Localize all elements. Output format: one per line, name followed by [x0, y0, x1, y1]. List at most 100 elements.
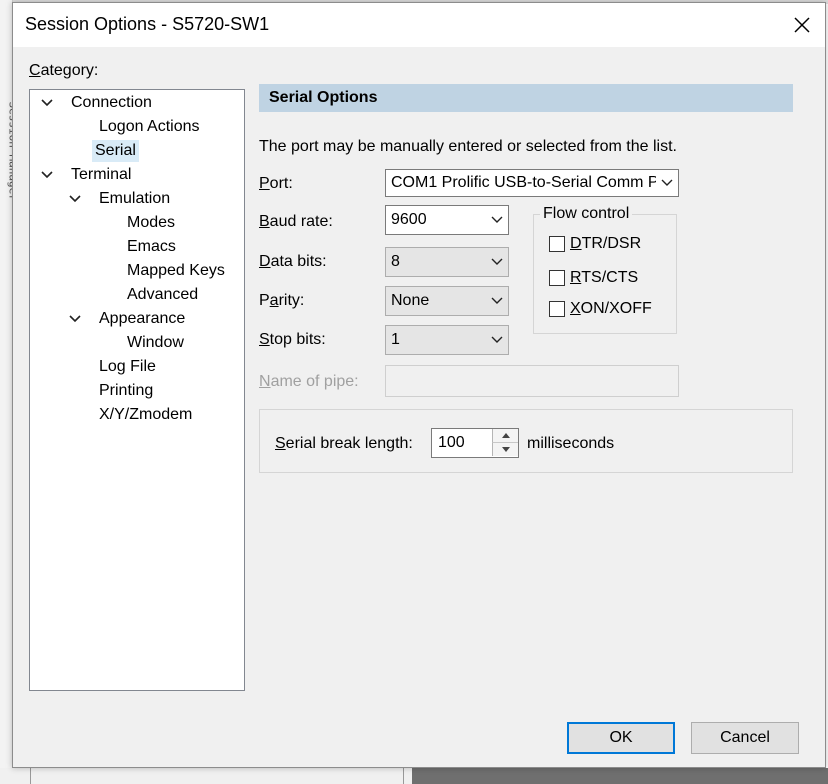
tree-item-label: Log File	[99, 358, 156, 375]
cancel-button[interactable]: Cancel	[691, 722, 799, 754]
triangle-down-icon	[501, 447, 510, 452]
category-label-text: ategory:	[40, 62, 99, 79]
stop-bits-mnemonic: S	[259, 331, 270, 348]
pipe-name-input[interactable]	[385, 365, 679, 397]
chevron-down-icon[interactable]	[68, 308, 82, 330]
tree-item-label: Connection	[71, 94, 152, 111]
parity-mnemonic: a	[269, 292, 279, 309]
bg-divider	[30, 768, 31, 784]
tree-item-connection[interactable]: Connection	[40, 92, 155, 114]
chevron-down-icon[interactable]	[486, 206, 508, 234]
chevron-down-icon[interactable]	[40, 164, 54, 186]
tree-item-logon-actions[interactable]: Logon Actions	[96, 116, 203, 138]
rts-cts-checkbox-row[interactable]: RTS/CTS	[549, 267, 638, 289]
pipe-mnemonic: N	[259, 373, 271, 390]
rts-cts-label: RTS/CTS	[570, 269, 638, 287]
tree-item-label: Advanced	[127, 286, 199, 303]
tree-item-label: Modes	[127, 214, 176, 231]
background-bottom-strip	[0, 768, 828, 784]
data-bits-value: 8	[391, 253, 400, 270]
rts-mnemonic: R	[570, 269, 582, 286]
tree-item-label: X/Y/Zmodem	[99, 406, 193, 423]
tree-item-label: Terminal	[71, 166, 132, 183]
parity-value: None	[391, 292, 430, 309]
tree-item-label: Emulation	[99, 190, 171, 207]
baud-label-text: aud rate:	[269, 213, 333, 230]
chevron-down-icon[interactable]	[656, 170, 678, 196]
tree-item-advanced[interactable]: Advanced	[124, 284, 201, 306]
spin-up-button[interactable]	[492, 429, 518, 443]
tree-item-emacs[interactable]: Emacs	[124, 236, 179, 258]
chevron-down-icon[interactable]	[40, 92, 54, 114]
stop-bits-value: 1	[391, 331, 400, 348]
stop-bits-text: top bits:	[269, 331, 326, 348]
parity-label-prefix: P	[259, 292, 270, 309]
xon-xoff-label: XON/XOFF	[570, 300, 652, 318]
close-button[interactable]	[779, 3, 825, 47]
port-label-mnemonic: P	[259, 175, 270, 192]
title-bar: Session Options - S5720-SW1	[13, 3, 825, 47]
data-bits-label: Data bits:	[259, 253, 327, 271]
dtr-mnemonic: D	[570, 235, 582, 252]
category-tree[interactable]: Connection Logon Actions Serial Terminal…	[29, 89, 245, 691]
break-length-spinner[interactable]: 100	[431, 428, 519, 458]
bg-divider	[403, 768, 404, 784]
chevron-down-icon[interactable]	[68, 188, 82, 210]
stop-bits-combobox[interactable]: 1	[385, 325, 509, 355]
tree-item-label: Printing	[99, 382, 154, 399]
break-length-label: Serial break length:	[275, 435, 413, 453]
baud-label-mnemonic: B	[259, 213, 270, 230]
chevron-down-icon[interactable]	[486, 287, 508, 315]
session-options-dialog: Session Options - S5720-SW1 Category: Co…	[12, 2, 826, 768]
tree-item-xyzmodem[interactable]: X/Y/Zmodem	[96, 404, 195, 426]
break-length-unit: milliseconds	[527, 435, 615, 452]
close-icon	[794, 17, 810, 33]
rts-cts-checkbox[interactable]	[549, 270, 565, 286]
port-value: COM1 Prolific USB-to-Serial Comm Po	[391, 174, 656, 191]
baud-rate-value: 9600	[391, 211, 427, 228]
data-bits-mnemonic: D	[259, 253, 271, 270]
dtr-dsr-checkbox[interactable]	[549, 236, 565, 252]
category-label: Category:	[29, 62, 98, 80]
category-label-mnemonic: C	[29, 62, 41, 79]
pipe-name-label: Name of pipe:	[259, 373, 359, 391]
xon-xoff-checkbox[interactable]	[549, 301, 565, 317]
tree-item-label: Mapped Keys	[127, 262, 225, 279]
xon-text: ON/XOFF	[580, 300, 652, 317]
tree-item-modes[interactable]: Modes	[124, 212, 178, 234]
spin-down-button[interactable]	[492, 443, 518, 456]
tree-item-label: Appearance	[99, 310, 186, 327]
pipe-text: ame of pipe:	[270, 373, 359, 390]
break-text: erial break length:	[285, 435, 413, 452]
rts-text: TS/CTS	[581, 269, 639, 286]
tree-item-log-file[interactable]: Log File	[96, 356, 159, 378]
xon-mnemonic: X	[570, 300, 581, 317]
tree-item-terminal[interactable]: Terminal	[40, 164, 134, 186]
bg-dark-area	[412, 768, 828, 784]
tree-item-emulation[interactable]: Emulation	[68, 188, 173, 210]
chevron-down-icon[interactable]	[486, 248, 508, 276]
ok-button[interactable]: OK	[567, 722, 675, 754]
stop-bits-label: Stop bits:	[259, 331, 326, 349]
break-mnemonic: S	[275, 435, 286, 452]
parity-label: Parity:	[259, 292, 304, 310]
tree-item-label: Logon Actions	[99, 118, 200, 135]
tree-item-window[interactable]: Window	[124, 332, 187, 354]
tree-item-serial[interactable]: Serial	[92, 140, 139, 162]
baud-rate-combobox[interactable]: 9600	[385, 205, 509, 235]
tree-item-label: Serial	[92, 140, 139, 162]
xon-xoff-checkbox-row[interactable]: XON/XOFF	[549, 298, 652, 320]
port-combobox[interactable]: COM1 Prolific USB-to-Serial Comm Po	[385, 169, 679, 197]
parity-combobox[interactable]: None	[385, 286, 509, 316]
dtr-dsr-checkbox-row[interactable]: DTR/DSR	[549, 233, 641, 255]
chevron-down-icon[interactable]	[486, 326, 508, 354]
dtr-text: TR/DSR	[581, 235, 642, 252]
data-bits-combobox[interactable]: 8	[385, 247, 509, 277]
dtr-dsr-label: DTR/DSR	[570, 235, 641, 253]
tree-item-printing[interactable]: Printing	[96, 380, 156, 402]
port-label-text: ort:	[269, 175, 293, 192]
tree-item-mapped-keys[interactable]: Mapped Keys	[124, 260, 228, 282]
data-bits-text: ata bits:	[270, 253, 327, 270]
triangle-up-icon	[501, 433, 510, 438]
tree-item-appearance[interactable]: Appearance	[68, 308, 188, 330]
